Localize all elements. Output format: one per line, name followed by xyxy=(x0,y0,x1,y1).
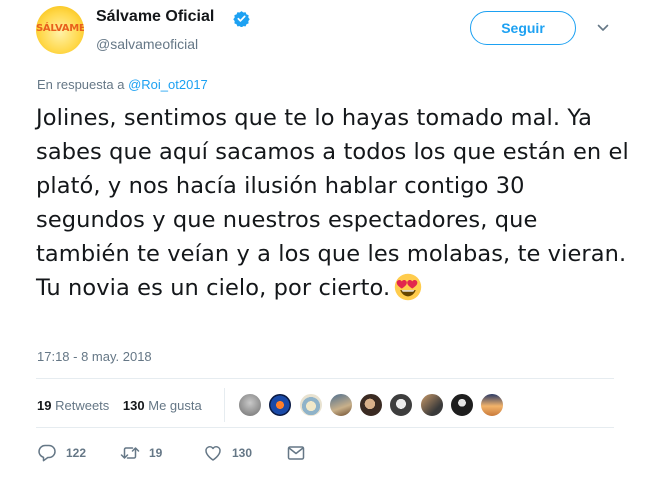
tweet-timestamp[interactable]: 17:18 - 8 may. 2018 xyxy=(37,349,152,364)
reply-mention-link[interactable]: @Roi_ot2017 xyxy=(128,77,208,92)
tweet-text: Jolines, sentimos que te lo hayas tomado… xyxy=(36,101,636,305)
heart-eyes-emoji xyxy=(395,273,422,301)
avatar[interactable]: SÁLVAME xyxy=(36,6,84,54)
retweet-count: 19 xyxy=(149,446,163,460)
divider xyxy=(36,427,614,428)
liker-avatar[interactable] xyxy=(268,393,292,417)
retweets-count[interactable]: 19 xyxy=(37,398,51,413)
chevron-down-icon[interactable] xyxy=(597,24,609,32)
follow-button[interactable]: Seguir xyxy=(470,11,576,45)
retweet-button[interactable]: 19 xyxy=(120,443,180,463)
liker-avatar[interactable] xyxy=(389,393,413,417)
liker-avatar[interactable] xyxy=(450,393,474,417)
reply-context: En respuesta a @Roi_ot2017 xyxy=(37,77,208,92)
liker-avatar[interactable] xyxy=(420,393,444,417)
reply-icon xyxy=(38,444,56,462)
retweets-label[interactable]: Retweets xyxy=(55,398,109,413)
stats-separator xyxy=(224,388,225,422)
likes-count[interactable]: 130 xyxy=(123,398,145,413)
user-handle[interactable]: @salvameoficial xyxy=(96,36,198,52)
like-count: 130 xyxy=(232,446,253,460)
divider xyxy=(36,378,614,379)
liker-avatar[interactable] xyxy=(329,393,353,417)
liker-avatar[interactable] xyxy=(359,393,383,417)
engagement-stats: 19 Retweets 130 Me gusta xyxy=(37,398,202,413)
likes-label[interactable]: Me gusta xyxy=(148,398,201,413)
heart-icon xyxy=(205,446,221,461)
liker-avatar[interactable] xyxy=(238,393,262,417)
liker-avatar[interactable] xyxy=(480,393,504,417)
like-button[interactable]: 130 xyxy=(203,443,263,463)
direct-message-button[interactable] xyxy=(286,443,306,463)
liker-avatar[interactable] xyxy=(299,393,323,417)
retweet-icon xyxy=(120,447,140,459)
envelope-icon xyxy=(287,446,305,460)
reply-button[interactable]: 122 xyxy=(37,443,97,463)
avatar-logo-text: SÁLVAME xyxy=(36,23,84,34)
verified-badge-icon xyxy=(233,11,250,27)
reply-context-prefix: En respuesta a xyxy=(37,77,125,92)
tweet-text-content: Jolines, sentimos que te lo hayas tomado… xyxy=(36,105,629,301)
reply-count: 122 xyxy=(66,446,87,460)
display-name[interactable]: Sálvame Oficial xyxy=(96,8,214,26)
